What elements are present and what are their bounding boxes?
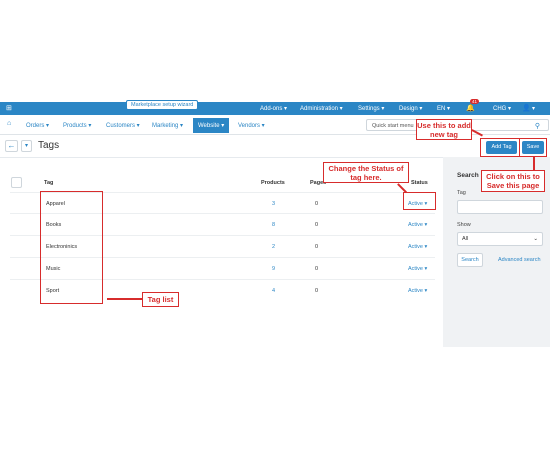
nav-customers[interactable]: Customers ▾	[106, 122, 140, 129]
product-count[interactable]: 2	[272, 244, 275, 250]
administration-menu[interactable]: Administration ▾	[300, 105, 343, 112]
currency-menu[interactable]: CHG ▾	[493, 105, 511, 112]
nav-products[interactable]: Products ▾	[63, 122, 91, 129]
status-callout: Change the Status of tag here.	[323, 162, 409, 183]
chevron-down-icon: ⌄	[533, 236, 538, 242]
page-count: 0	[315, 201, 319, 207]
top-bar: ⊞ Marketplace setup wizard Add-ons ▾ Adm…	[0, 99, 550, 115]
design-menu[interactable]: Design ▾	[399, 105, 422, 112]
status-dropdown[interactable]: Active ▾	[408, 288, 427, 294]
save-callout: Click on this to Save this page	[481, 170, 545, 192]
status-dropdown[interactable]: Active ▾	[408, 222, 427, 228]
search-button[interactable]: Search	[457, 253, 483, 267]
add-tag-highlight	[480, 138, 520, 157]
bell-icon[interactable]: 🔔	[466, 104, 475, 112]
quick-start-label: Quick start menu	[372, 123, 414, 129]
tag-list-callout: Tag list	[142, 292, 179, 307]
advanced-search-link[interactable]: Advanced search	[498, 257, 541, 263]
chevron-down-icon[interactable]: ▾	[21, 140, 32, 152]
language-menu[interactable]: EN ▾	[437, 105, 450, 112]
tag-list-highlight	[40, 191, 103, 304]
product-count[interactable]: 3	[272, 201, 275, 207]
user-menu-chevron[interactable]: ▾	[532, 105, 535, 112]
tag-filter-label: Tag	[457, 190, 466, 196]
addons-menu[interactable]: Add-ons ▾	[260, 105, 287, 112]
user-icon[interactable]: 👤	[522, 104, 531, 112]
status-dropdown[interactable]: Active ▾	[408, 244, 427, 250]
nav-marketing[interactable]: Marketing ▾	[152, 122, 183, 129]
page-count: 0	[315, 288, 319, 294]
page-count: 0	[315, 222, 319, 228]
page-count: 0	[315, 266, 319, 272]
column-header-products[interactable]: Products	[261, 180, 285, 186]
column-header-tag[interactable]: Tag	[44, 180, 53, 186]
product-count[interactable]: 9	[272, 266, 275, 272]
show-filter-select[interactable]: All ⌄	[457, 232, 543, 246]
product-count[interactable]: 4	[272, 288, 275, 294]
nav-vendors[interactable]: Vendors ▾	[238, 122, 265, 129]
tag-list-arrow	[107, 298, 143, 300]
settings-menu[interactable]: Settings ▾	[358, 105, 384, 112]
status-dropdown[interactable]: Active ▾	[408, 266, 427, 272]
product-count[interactable]: 8	[272, 222, 275, 228]
home-icon[interactable]: ⌂	[7, 120, 11, 127]
tag-filter-input[interactable]	[457, 200, 543, 214]
search-icon[interactable]: ⚲	[535, 122, 540, 130]
nav-website[interactable]: Website ▾	[193, 118, 230, 133]
save-arrow	[533, 157, 535, 170]
column-header-status[interactable]: Status	[411, 180, 428, 186]
page-count: 0	[315, 244, 319, 250]
nav-orders[interactable]: Orders ▾	[26, 122, 49, 129]
notification-badge: 41	[470, 99, 480, 104]
show-filter-label: Show	[457, 222, 471, 228]
show-filter-value: All	[462, 236, 469, 242]
select-all-checkbox[interactable]	[11, 177, 22, 188]
store-icon[interactable]: ⊞	[6, 104, 12, 112]
marketplace-setup-wizard-button[interactable]: Marketplace setup wizard	[126, 100, 199, 110]
add-tag-callout: Use this to add new tag	[416, 119, 472, 140]
status-highlight	[403, 192, 436, 210]
back-arrow-icon[interactable]: ←	[5, 140, 18, 152]
sidebar-title: Search	[457, 172, 479, 179]
save-highlight	[519, 138, 547, 157]
page-title: Tags	[38, 140, 60, 151]
